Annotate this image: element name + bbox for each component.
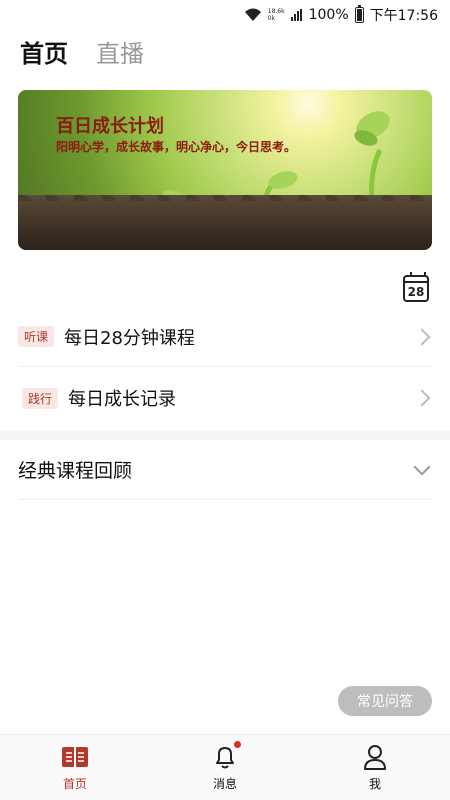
tag-listen: 听课 xyxy=(18,326,55,347)
battery-percent: 100% xyxy=(308,7,349,23)
bottom-nav: 首页 消息 我 xyxy=(0,734,450,800)
network-speed: 18.6k 0k xyxy=(268,8,285,22)
chevron-right-icon xyxy=(413,328,431,345)
tab-live[interactable]: 直播 xyxy=(96,34,144,69)
bell-icon-wrapper xyxy=(211,741,241,771)
calendar-day: 28 xyxy=(407,285,425,299)
signal-icon xyxy=(290,9,303,21)
faq-button[interactable]: 常见问答 xyxy=(338,686,432,716)
clock: 下午17:56 xyxy=(369,8,438,24)
classic-review-section[interactable]: 经典课程回顾 xyxy=(18,440,432,500)
speed-up: 18.6k xyxy=(267,8,285,15)
menu-label-record: 每日成长记录 xyxy=(68,389,177,410)
wifi-icon xyxy=(244,8,261,21)
review-label: 经典课程回顾 xyxy=(18,460,133,482)
nav-label-home: 首页 xyxy=(62,777,87,791)
section-divider xyxy=(0,430,450,440)
speed-down: 0k xyxy=(267,15,276,22)
nav-messages[interactable]: 消息 xyxy=(150,735,300,800)
menu-item-course[interactable]: 听课 每日28分钟课程 xyxy=(18,307,432,367)
nav-home[interactable]: 首页 xyxy=(0,735,150,800)
nav-me[interactable]: 我 xyxy=(300,735,450,800)
soil xyxy=(18,187,432,250)
nav-label-me: 我 xyxy=(368,777,381,791)
chevron-down-icon xyxy=(413,458,431,475)
battery-icon xyxy=(354,5,364,23)
user-icon xyxy=(364,745,386,770)
menu-label-course: 每日28分钟课程 xyxy=(64,327,195,349)
calendar-icon[interactable]: 28 xyxy=(403,272,429,302)
tag-practice: 践行 xyxy=(22,387,59,409)
nav-label-messages: 消息 xyxy=(212,777,237,791)
book-icon xyxy=(62,747,88,767)
notification-badge xyxy=(234,741,241,748)
top-tabs: 首页 直播 xyxy=(20,34,144,69)
banner[interactable]: 百日成长计划 阳明心学，成长故事，明心净心，今日思考。 xyxy=(18,90,432,250)
chevron-right-icon xyxy=(413,389,431,407)
status-bar: 18.6k 0k 100% 下午17:56 xyxy=(0,0,450,30)
menu-item-record[interactable]: 践行 每日成长记录 xyxy=(18,368,432,428)
tab-home[interactable]: 首页 xyxy=(20,34,68,69)
